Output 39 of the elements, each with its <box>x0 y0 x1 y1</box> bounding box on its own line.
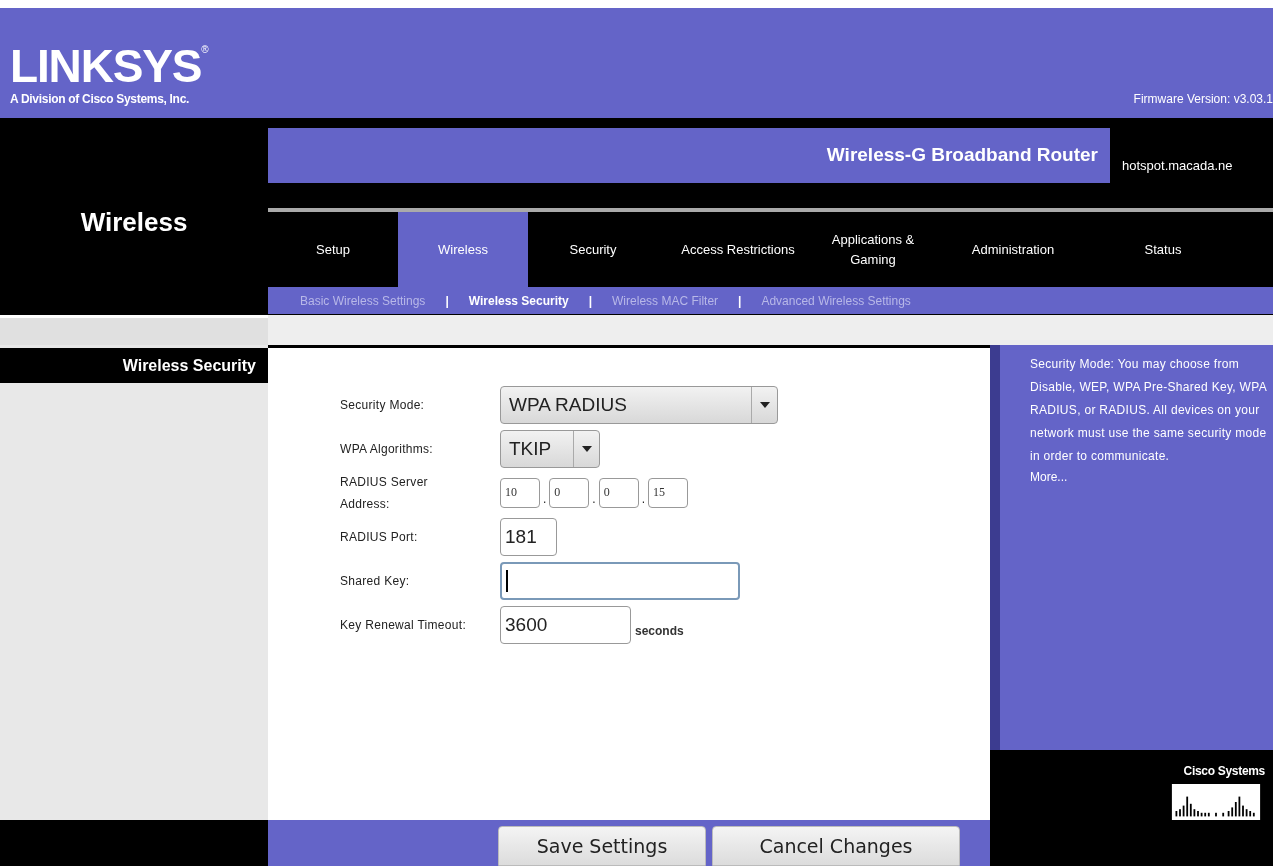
dropdown[interactable]: WPA RADIUS <box>500 386 778 424</box>
ip-octet-field[interactable]: 15 <box>648 478 689 508</box>
ip-octet-field[interactable]: 10 <box>500 478 540 508</box>
registered-mark: ® <box>201 43 209 55</box>
dot-separator: . <box>592 491 596 508</box>
field-label: Shared Key: <box>340 573 411 590</box>
tab-separator: | <box>587 292 594 310</box>
action-button[interactable]: Cancel Changes <box>712 826 960 866</box>
section-title: Wireless <box>80 206 188 239</box>
logo: LINKSYS <box>10 42 202 90</box>
ip-octet-field[interactable]: 0 <box>598 478 639 508</box>
caret-icon <box>581 446 592 452</box>
firmware-version: Firmware Version: v3.03.1 <box>1133 91 1273 108</box>
field-label: RADIUS Server Address: <box>340 474 429 513</box>
field-label: RADIUS Port: <box>340 529 419 546</box>
field-label: Key Renewal Timeout: <box>340 617 468 634</box>
tab-separator: | <box>444 292 450 310</box>
dot-separator: . <box>641 491 646 508</box>
tab-separator: | <box>737 292 743 310</box>
ip-octet-field[interactable]: 0 <box>549 478 590 508</box>
sidebar-heading: Wireless Security <box>0 348 268 383</box>
unit-label: seconds <box>635 623 684 640</box>
subtab-link[interactable]: Wireless Security <box>468 291 569 310</box>
nav-tab[interactable]: Wireless <box>398 212 528 287</box>
text-field[interactable]: 3600 <box>500 606 631 644</box>
more-link[interactable]: More... <box>1030 468 1269 486</box>
help-text: Security Mode: You may choose from Disable, WEP, WPA Pre-Shared Key, WPA RADIUS, or RADIUS. All devices on your network must use the same security mode in order to communicate. <box>1030 356 1268 465</box>
dot-separator: . <box>543 491 547 508</box>
action-button[interactable]: Save Settings <box>498 826 706 866</box>
brand-name: Cisco Systems <box>1183 763 1265 780</box>
field-label: Security Mode: <box>340 397 426 414</box>
text-field[interactable]: 181 <box>500 518 557 556</box>
dropdown[interactable]: TKIP <box>500 430 600 468</box>
field-label: WPA Algorithms: <box>340 441 434 458</box>
product-name: Wireless-G Broadband Router <box>826 143 1098 168</box>
hostname: hotspot.macada.ne <box>1122 156 1233 175</box>
text-field[interactable] <box>500 562 740 600</box>
tagline: A Division of Cisco Systems, Inc. <box>10 91 191 108</box>
caret-icon <box>759 402 770 408</box>
